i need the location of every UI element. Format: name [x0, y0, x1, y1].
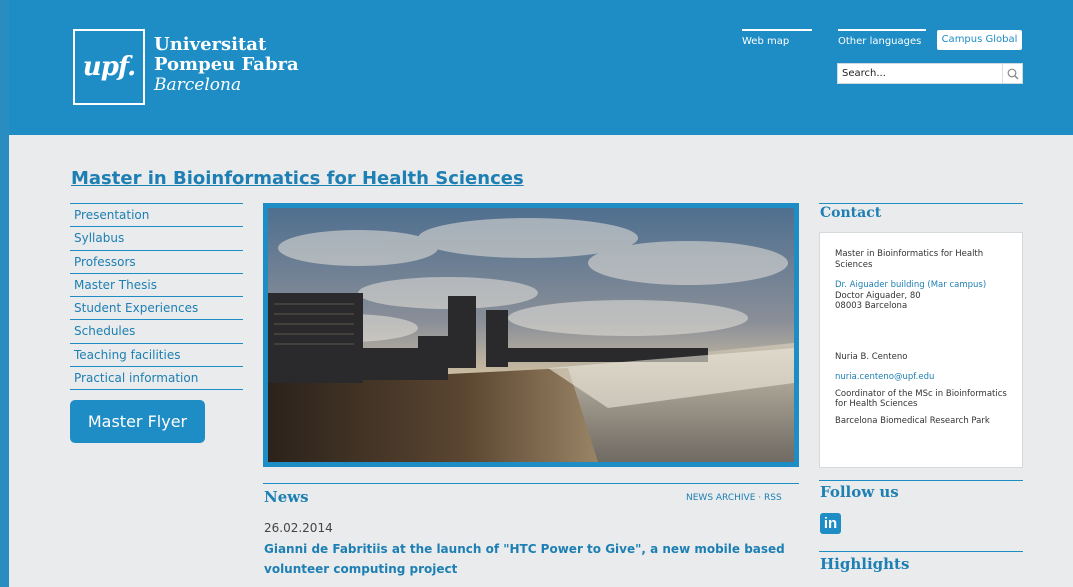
news-headline-link[interactable]: Gianni de Fabritiis at the launch of "HT…	[264, 539, 804, 579]
nav-item-master-thesis[interactable]: Master Thesis	[70, 274, 243, 298]
page-title[interactable]: Master in Bioinformatics for Health Scie…	[71, 168, 524, 189]
news-archive-link[interactable]: NEWS ARCHIVE	[686, 493, 755, 503]
contact-email-link[interactable]: nuria.centeno@upf.edu	[835, 372, 1012, 383]
hero-photo	[263, 203, 799, 467]
news-heading: News	[264, 488, 309, 506]
nav-item-practical-information[interactable]: Practical information	[70, 367, 243, 391]
search-box	[837, 63, 1023, 84]
nav-item-professors[interactable]: Professors	[70, 251, 243, 274]
linkedin-icon[interactable]: in	[820, 513, 841, 534]
follow-us-heading: Follow us	[820, 483, 899, 501]
left-nav: Presentation Syllabus Professors Master …	[70, 203, 243, 391]
news-links: NEWS ARCHIVE · RSS	[686, 493, 782, 503]
highlights-heading: Highlights	[820, 555, 910, 573]
web-map-link[interactable]: Web map	[742, 29, 812, 47]
left-edge-strip	[0, 0, 9, 587]
nav-item-student-experiences[interactable]: Student Experiences	[70, 297, 243, 321]
nav-item-syllabus[interactable]: Syllabus	[70, 227, 243, 251]
nav-item-presentation[interactable]: Presentation	[70, 204, 243, 228]
search-icon[interactable]	[1002, 64, 1022, 83]
news-date: 26.02.2014	[264, 521, 333, 535]
logo-line-pompeu-fabra: Pompeu Fabra	[154, 54, 299, 75]
contact-building-link[interactable]: Dr. Aiguader building (Mar campus)	[835, 280, 1012, 291]
logo-line-universitat: Universitat	[154, 34, 267, 55]
nav-item-teaching-facilities[interactable]: Teaching facilities	[70, 344, 243, 368]
site-header: upf. Universitat Pompeu Fabra Barcelona …	[9, 0, 1073, 135]
university-name[interactable]: Universitat Pompeu Fabra Barcelona	[154, 34, 299, 96]
upf-logo[interactable]: upf.	[73, 29, 145, 105]
contact-box: Master in Bioinformatics for Health Scie…	[819, 232, 1023, 468]
contact-institution: Barcelona Biomedical Research Park	[835, 415, 990, 426]
contact-person: Nuria B. Centeno	[835, 351, 908, 362]
logo-line-barcelona: Barcelona	[154, 75, 242, 95]
contact-heading: Contact	[820, 205, 882, 221]
contact-role: Coordinator of the MSc in Bioinformatics…	[835, 388, 1007, 410]
contact-address-line1: Doctor Aiguader, 80	[835, 290, 921, 301]
follow-divider	[819, 480, 1023, 481]
contact-program: Master in Bioinformatics for Health Scie…	[835, 249, 984, 270]
contact-divider	[819, 203, 1023, 204]
master-flyer-button[interactable]: Master Flyer	[70, 400, 205, 443]
nav-item-schedules[interactable]: Schedules	[70, 320, 243, 344]
search-input[interactable]	[838, 64, 1002, 83]
news-link-separator: ·	[758, 493, 762, 503]
news-divider	[263, 483, 799, 484]
highlights-divider	[819, 551, 1023, 552]
other-languages-link[interactable]: Other languages	[838, 29, 926, 47]
contact-address-line2: 08003 Barcelona	[835, 301, 908, 311]
rss-link[interactable]: RSS	[764, 493, 782, 503]
campus-global-button[interactable]: Campus Global	[937, 30, 1022, 50]
beach-skyline-image	[268, 208, 794, 462]
